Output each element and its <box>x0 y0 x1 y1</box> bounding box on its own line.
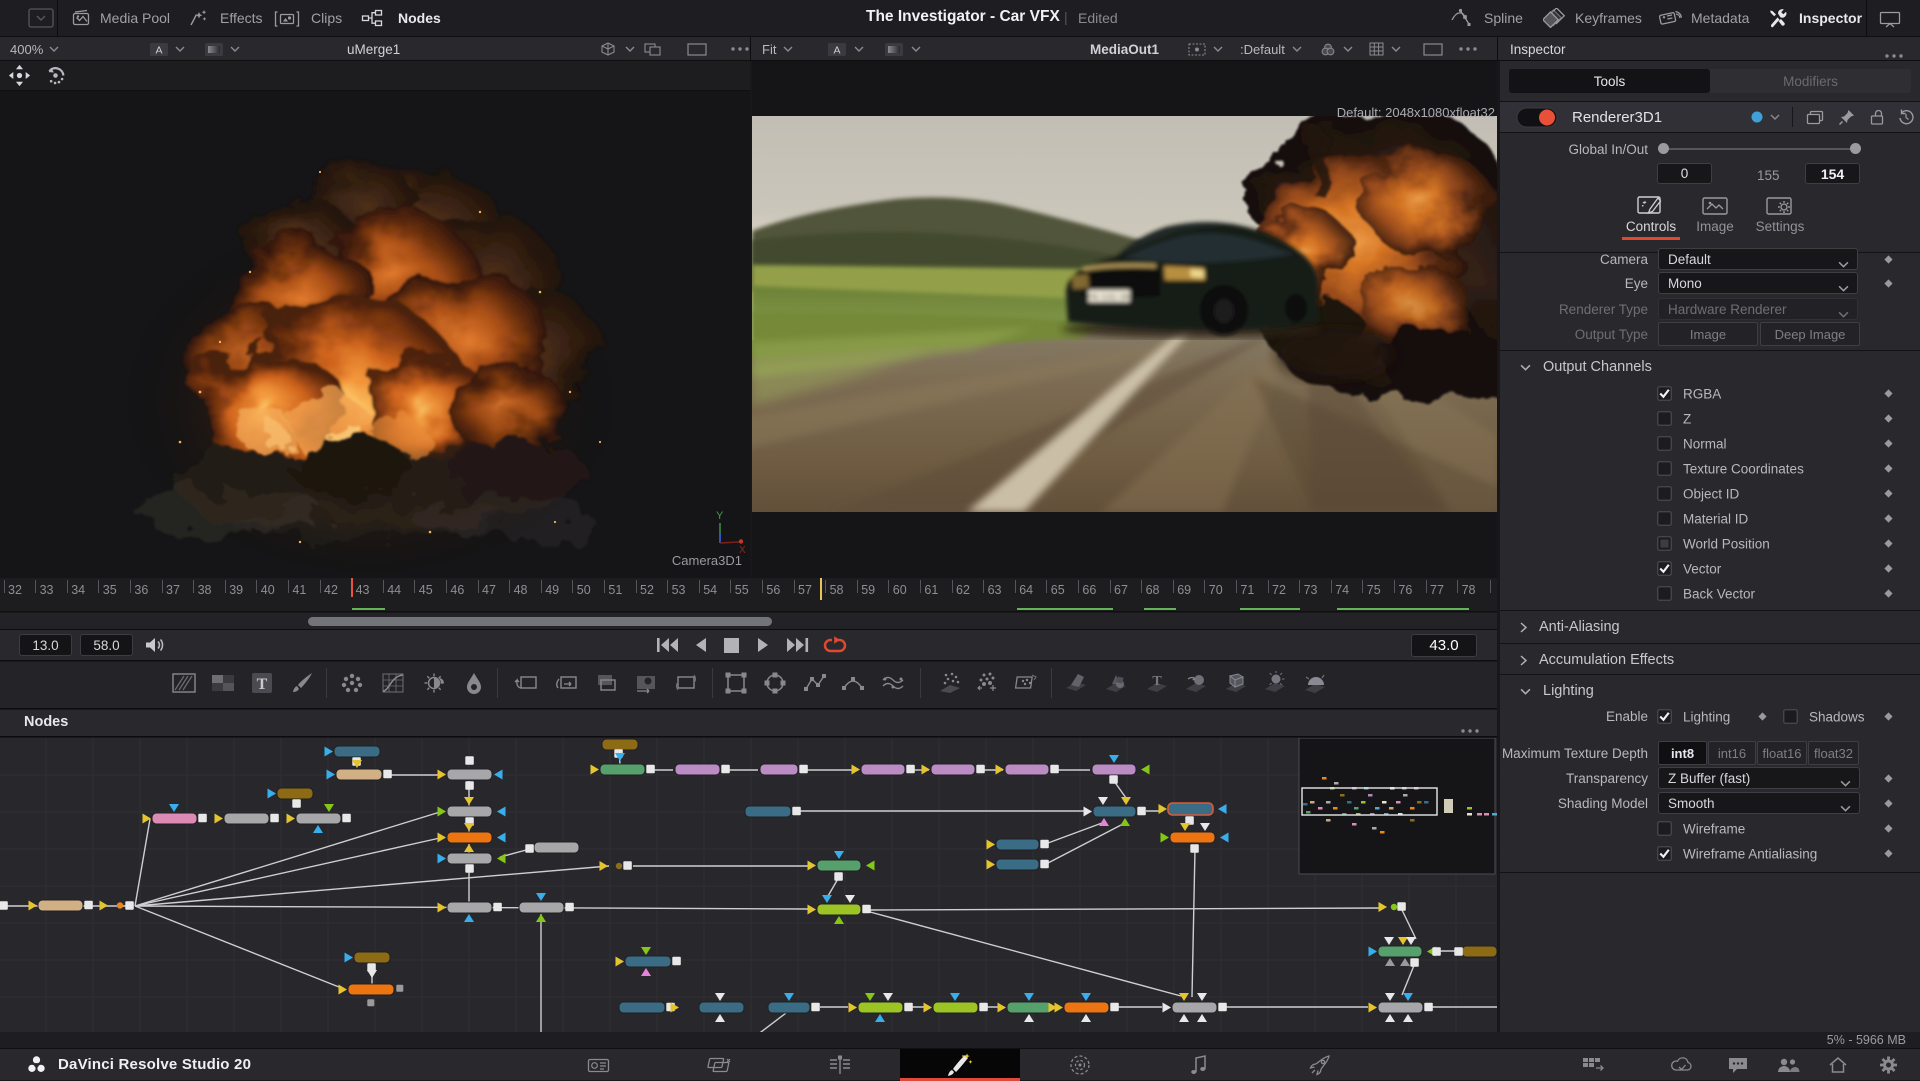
svg-text:Y: Y <box>716 510 724 522</box>
svg-text:T: T <box>257 676 268 693</box>
svg-text:A: A <box>155 44 162 56</box>
svg-text:T: T <box>1152 674 1162 689</box>
svg-text:A: A <box>834 44 841 56</box>
svg-text:FN-131-DK: FN-131-DK <box>1087 294 1130 303</box>
svg-text:X: X <box>739 545 746 554</box>
